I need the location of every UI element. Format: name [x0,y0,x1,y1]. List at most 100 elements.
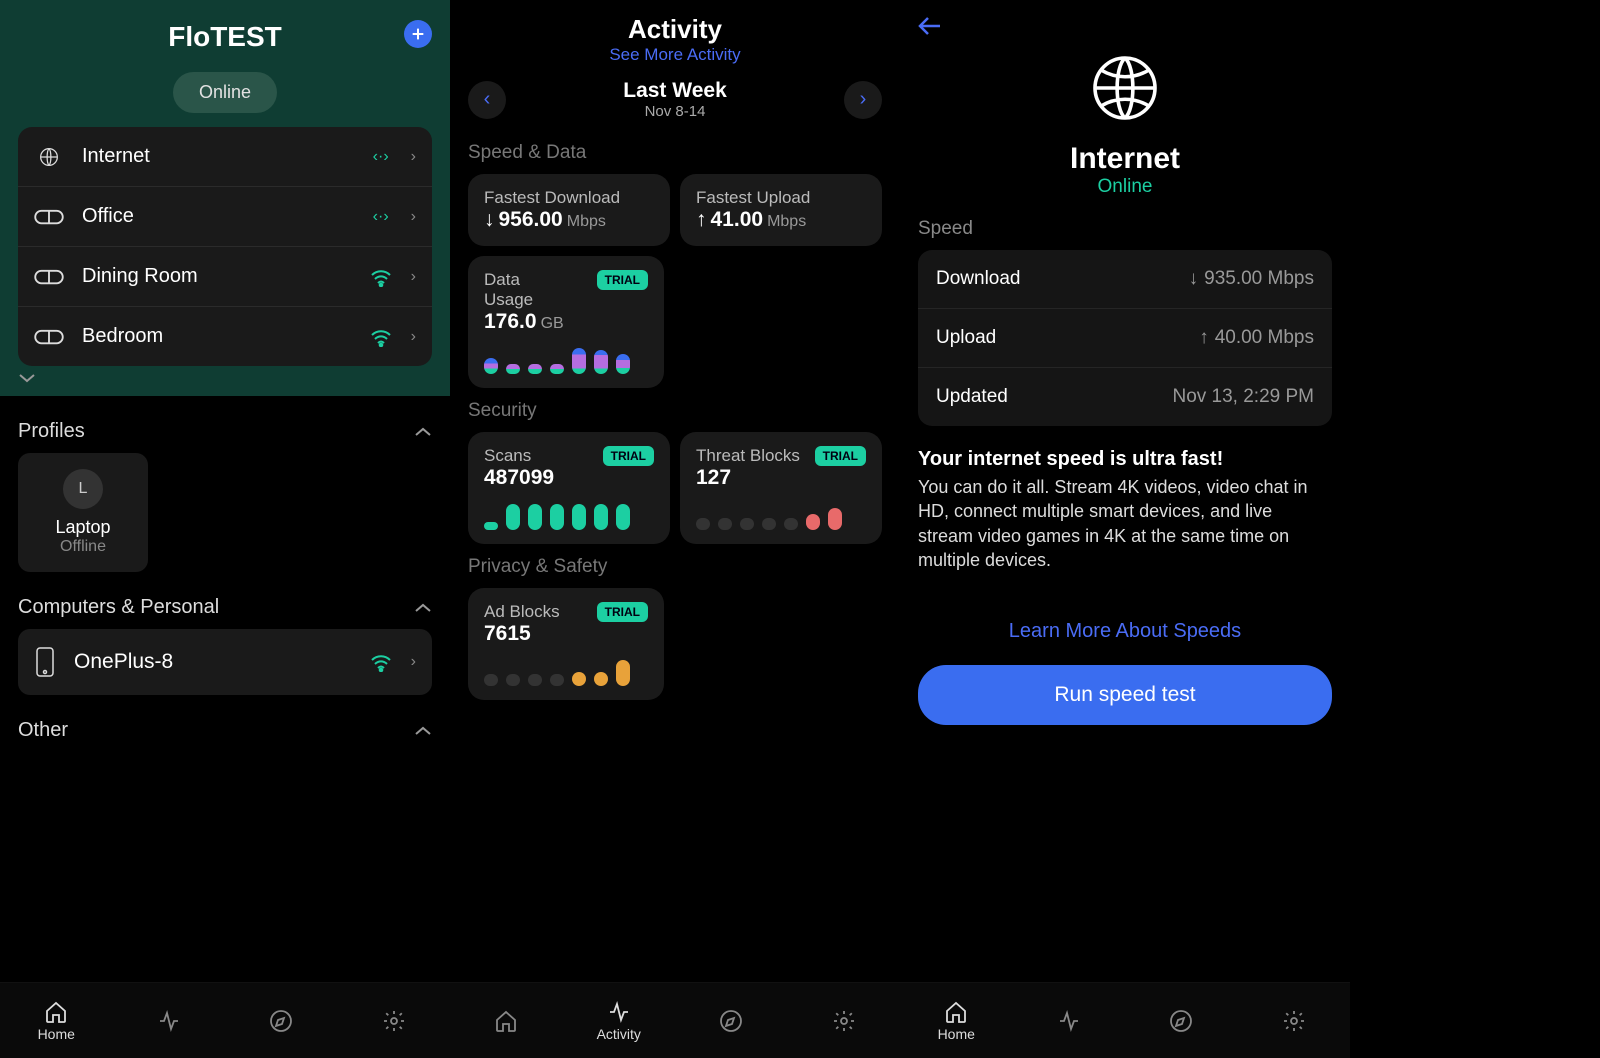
nav-home[interactable]: Home [900,983,1013,1058]
room-list: Internet ‹·› › Office ‹·› › Dining Room … [18,127,432,366]
next-week-button[interactable]: › [844,81,882,119]
scans-card[interactable]: TRIAL Scans 487099 [468,432,670,544]
add-button[interactable] [404,20,432,48]
metric-value: 935.00 Mbps [1204,268,1314,290]
nav-discover[interactable] [225,983,338,1058]
chevron-up-icon [414,602,432,614]
section-label: Security [468,400,882,422]
status-pill[interactable]: Online [173,72,277,113]
learn-more-link[interactable]: Learn More About Speeds [918,620,1332,643]
nav-settings[interactable] [788,983,901,1058]
network-title: FloTEST [168,21,282,53]
fastest-upload-card[interactable]: Fastest Upload ↑41.00Mbps [680,174,882,246]
room-label: Dining Room [82,265,351,288]
nav-home[interactable] [450,983,563,1058]
activity-icon [157,1009,181,1033]
activity-screen: Activity See More Activity ‹ Last Week N… [450,0,900,1058]
stat-value: 41.00 [711,208,764,232]
room-dining[interactable]: Dining Room › [18,247,432,307]
scans-chart [484,502,654,530]
nav-label: Activity [597,1026,641,1042]
section-label: Privacy & Safety [468,556,882,578]
profile-status: Offline [26,538,140,556]
internet-detail-screen: Internet Online Speed Download ↓935.00 M… [900,0,1350,1058]
nav-discover[interactable] [675,983,788,1058]
room-office[interactable]: Office ‹·› › [18,187,432,247]
data-usage-chart [484,346,648,374]
bottom-nav: Home [900,982,1350,1058]
section-label: Speed [918,218,1332,240]
globe-icon [34,147,64,167]
nav-home[interactable]: Home [0,983,113,1058]
stat-value: 176.0 [484,310,537,334]
stat-value: 956.00 [499,208,563,232]
back-button[interactable] [900,0,1350,52]
nav-discover[interactable] [1125,983,1238,1058]
adblocks-card[interactable]: TRIAL Ad Blocks 7615 [468,588,664,700]
speed-metrics: Download ↓935.00 Mbps Upload ↑40.00 Mbps… [918,250,1332,426]
wifi-icon [369,652,393,672]
home-icon [44,1000,68,1024]
trial-badge: TRIAL [597,270,648,290]
expand-rooms-button[interactable] [18,366,432,384]
gear-icon [382,1009,406,1033]
profile-card[interactable]: L Laptop Offline [18,453,148,572]
activity-icon [1057,1009,1081,1033]
chevron-right-icon: › [411,268,416,286]
nav-activity[interactable]: Activity [563,983,676,1058]
threats-card[interactable]: TRIAL Threat Blocks 127 [680,432,882,544]
upload-row[interactable]: Upload ↑40.00 Mbps [918,309,1332,368]
node-icon [34,267,64,287]
nav-activity[interactable] [113,983,226,1058]
arrow-down-icon: ↓ [484,208,495,232]
compass-icon [719,1009,743,1033]
nav-activity[interactable] [1013,983,1126,1058]
computers-header[interactable]: Computers & Personal [0,572,450,629]
network-icon: ‹·› [369,148,393,166]
profile-name: Laptop [26,517,140,538]
fastest-download-card[interactable]: Fastest Download ↓956.00Mbps [468,174,670,246]
bottom-nav: Activity [450,982,900,1058]
data-usage-card[interactable]: TRIAL Data Usage 176.0GB [468,256,664,388]
plus-icon [410,26,426,42]
other-header[interactable]: Other [0,695,450,752]
metric-value: 40.00 Mbps [1215,327,1314,349]
updated-row[interactable]: Updated Nov 13, 2:29 PM [918,368,1332,426]
wifi-icon [369,267,393,287]
stat-unit: Mbps [567,213,606,231]
hero-panel: FloTEST Online Internet ‹·› › Office ‹·›… [0,0,450,396]
device-card[interactable]: OnePlus-8 › [18,629,432,695]
nav-settings[interactable] [1238,983,1351,1058]
arrow-down-icon: ↓ [1189,268,1199,290]
nav-settings[interactable] [338,983,451,1058]
node-icon [34,327,64,347]
wifi-icon [369,327,393,347]
section-label: Other [18,719,68,742]
stat-value: 487099 [484,466,554,490]
download-row[interactable]: Download ↓935.00 Mbps [918,250,1332,309]
phone-icon [34,647,56,677]
chevron-up-icon [414,725,432,737]
gear-icon [832,1009,856,1033]
profiles-header[interactable]: Profiles [0,396,450,453]
room-bedroom[interactable]: Bedroom › [18,307,432,366]
room-internet[interactable]: Internet ‹·› › [18,127,432,187]
page-title: Activity [450,14,900,45]
chevron-right-icon: › [411,328,416,346]
prev-week-button[interactable]: ‹ [468,81,506,119]
network-icon: ‹·› [369,208,393,226]
run-speed-test-button[interactable]: Run speed test [918,665,1332,725]
week-label: Last Week [623,79,727,103]
see-more-link[interactable]: See More Activity [450,45,900,65]
status-text: Online [900,176,1350,198]
avatar: L [63,469,103,509]
arrow-up-icon: ↑ [1199,327,1209,349]
chevron-down-icon [18,372,36,384]
node-icon [34,207,64,227]
metric-label: Updated [936,386,1008,408]
week-dates: Nov 8-14 [623,103,727,120]
section-label: Speed & Data [468,142,882,164]
chevron-right-icon: › [411,208,416,226]
chevron-right-icon: › [411,148,416,166]
section-label: Profiles [18,420,85,443]
